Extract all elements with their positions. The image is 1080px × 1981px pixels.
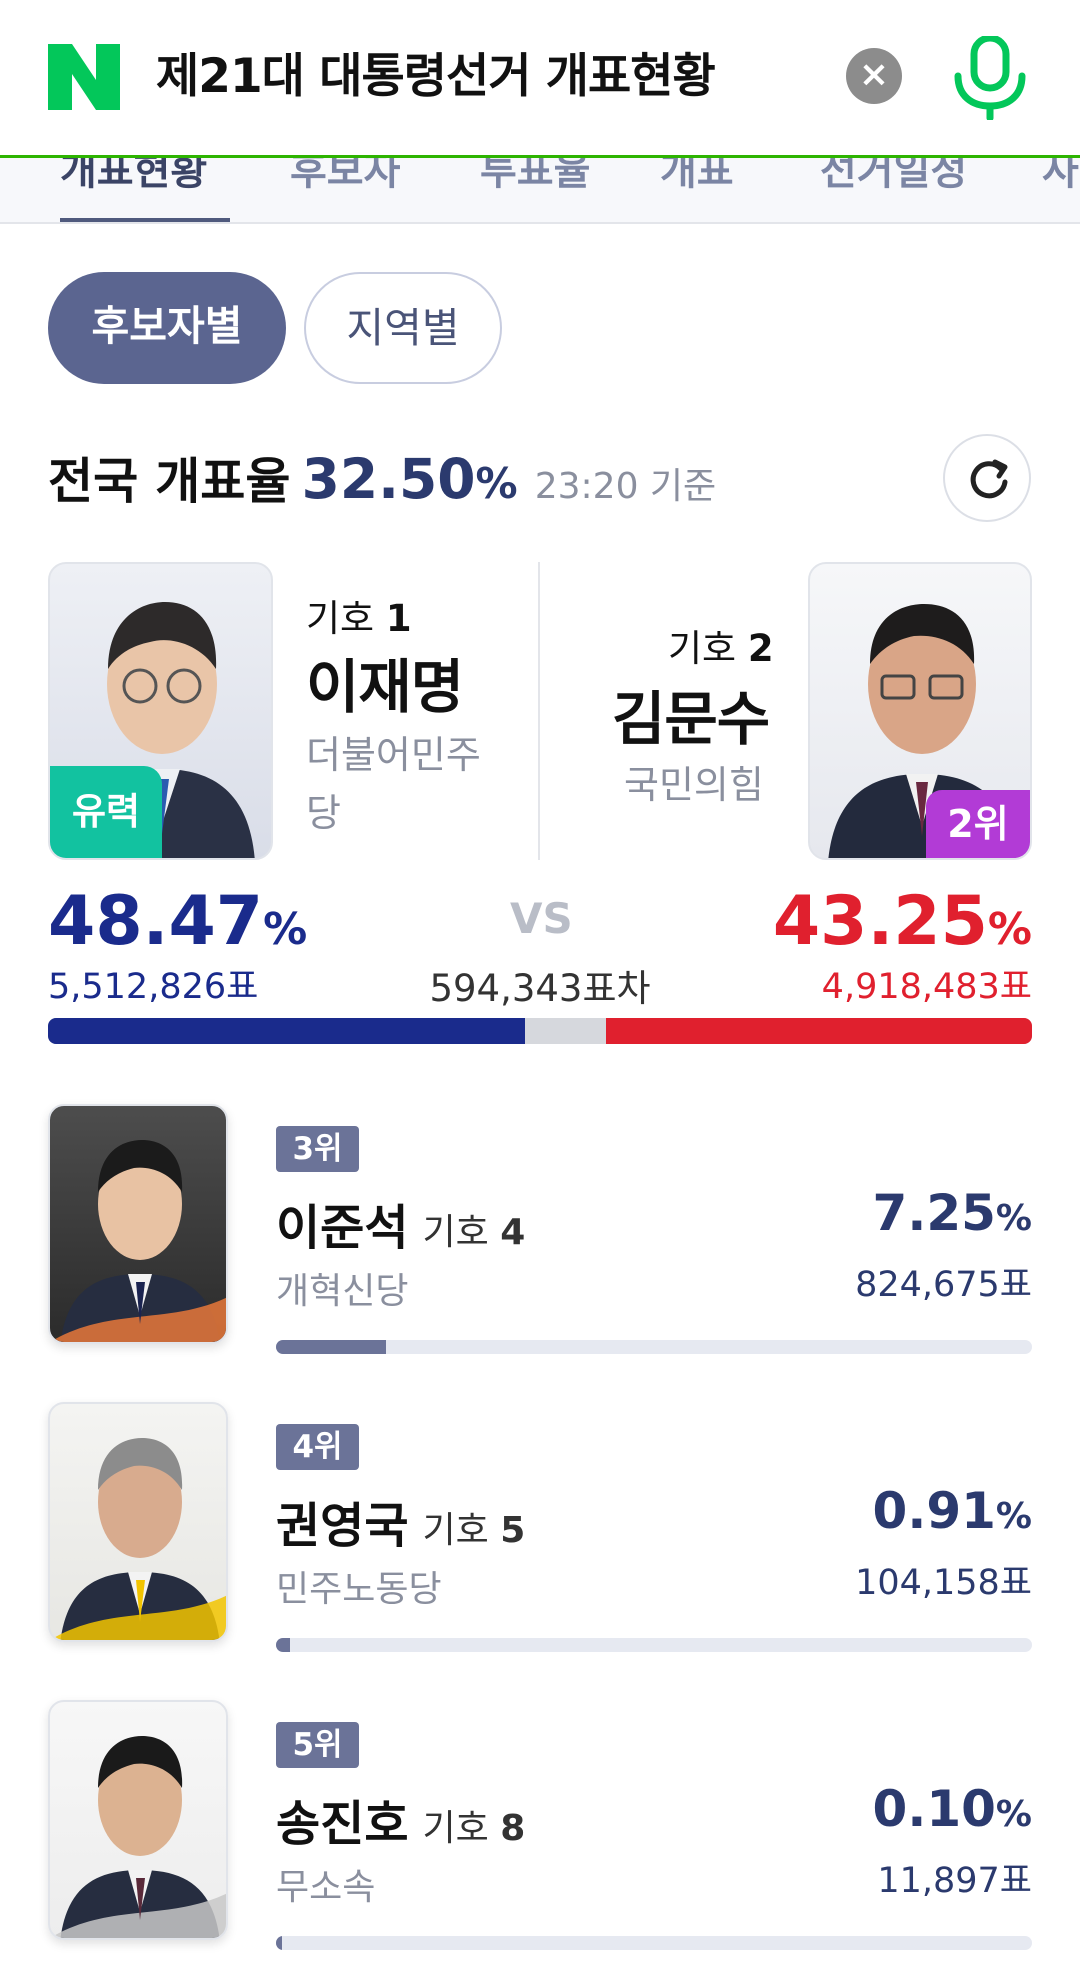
candidate-number: 기호 4 [422,1212,526,1253]
candidate-party: 민주노동당 [276,1569,442,1610]
national-count-rate: 전국 개표율 32.50% 23:20 기준 [48,442,716,512]
tab-active-indicator [60,218,230,222]
candidate-party: 개혁신당 [276,1271,409,1312]
tab-turnout[interactable]: 투표율 [480,158,590,196]
candidate2-party: 국민의힘 [624,763,764,807]
refresh-icon [970,459,1008,499]
tab-count[interactable]: 개표 [660,158,734,196]
candidate-share-fill [276,1936,283,1950]
tab-schedule[interactable]: 선거일정 [820,158,967,196]
refresh-button[interactable] [943,434,1031,522]
candidate-votes: 824,675표 [855,1265,1032,1305]
rate-unit: % [475,459,518,508]
person-portrait-icon [50,1438,226,1640]
candidate-name[interactable]: 송진호 기호 8 [276,1784,525,1854]
candidate-votes: 11,897표 [877,1861,1032,1901]
section-tabs: 개표현황 후보자 투표율 개표 선거일정 사 [0,158,1080,224]
candidate-percent: 7.25% [872,1184,1032,1242]
candidate1-party: 더불어민주당 [306,733,481,835]
candidate-photo[interactable] [48,1700,228,1940]
candidate-photo[interactable] [48,1104,228,1344]
chip-by-candidate[interactable]: 후보자별 [48,272,286,384]
candidate-percent: 0.10% [872,1780,1032,1838]
rate-label: 전국 개표율 [48,453,291,510]
candidate-party: 무소속 [276,1867,376,1908]
tab-count-status[interactable]: 개표현황 [60,158,207,196]
search-query-text[interactable]: 제21대 대통령선거 개표현황 [156,44,716,110]
candidate-number: 기호 5 [422,1510,526,1551]
candidate-name[interactable]: 권영국 기호 5 [276,1486,525,1556]
candidate2-name[interactable]: 김문수 [612,672,770,756]
candidate-share-bar [276,1340,1032,1354]
candidate-share-bar [276,1936,1032,1950]
candidate1-percent: 48.47% [48,882,308,961]
candidate2-percent: 43.25% [772,882,1032,961]
candidate-number: 기호 8 [422,1808,526,1849]
candidate1-votes: 5,512,826표 [48,967,259,1007]
candidate1-share-fill [48,1018,525,1044]
tab-more[interactable]: 사 [1042,158,1079,196]
candidate1-photo[interactable]: 유력 [48,562,273,860]
candidate1-number: 기호 1 [306,597,412,640]
leading-badge: 유력 [50,766,162,858]
chip-by-region[interactable]: 지역별 [304,272,502,384]
vote-difference: 594,343표차 [429,967,651,1010]
tab-candidates[interactable]: 후보자 [290,158,400,196]
person-portrait-icon [50,1736,226,1938]
candidate2-photo[interactable]: 2위 [808,562,1032,860]
rank2-badge: 2위 [926,790,1030,858]
search-header: 제21대 대통령선거 개표현황 × [0,0,1080,158]
rank-badge: 4위 [276,1424,359,1470]
vs-label: VS [510,894,573,943]
candidate2-share-fill [606,1018,1032,1044]
rate-timestamp: 23:20 기준 [534,466,717,507]
candidate-photo[interactable] [48,1402,228,1642]
rank-badge: 5위 [276,1722,359,1768]
candidate-divider [538,562,540,860]
rate-value: 32.50 [301,447,476,511]
person-portrait-icon [50,1140,226,1342]
vote-share-bar [48,1018,1032,1044]
candidate2-votes: 4,918,483표 [821,967,1032,1007]
clear-search-button[interactable]: × [846,48,902,104]
candidate-share-fill [276,1638,290,1652]
candidate-share-fill [276,1340,386,1354]
microphone-icon[interactable] [950,36,1030,120]
naver-logo[interactable] [48,44,120,110]
candidate-name[interactable]: 이준석 기호 4 [276,1188,525,1258]
rank-badge: 3위 [276,1126,359,1172]
candidate1-name[interactable]: 이재명 [306,640,464,724]
candidate-votes: 104,158표 [855,1563,1032,1603]
candidate-share-bar [276,1638,1032,1652]
candidate-percent: 0.91% [872,1482,1032,1540]
candidate2-number: 기호 2 [668,627,774,670]
